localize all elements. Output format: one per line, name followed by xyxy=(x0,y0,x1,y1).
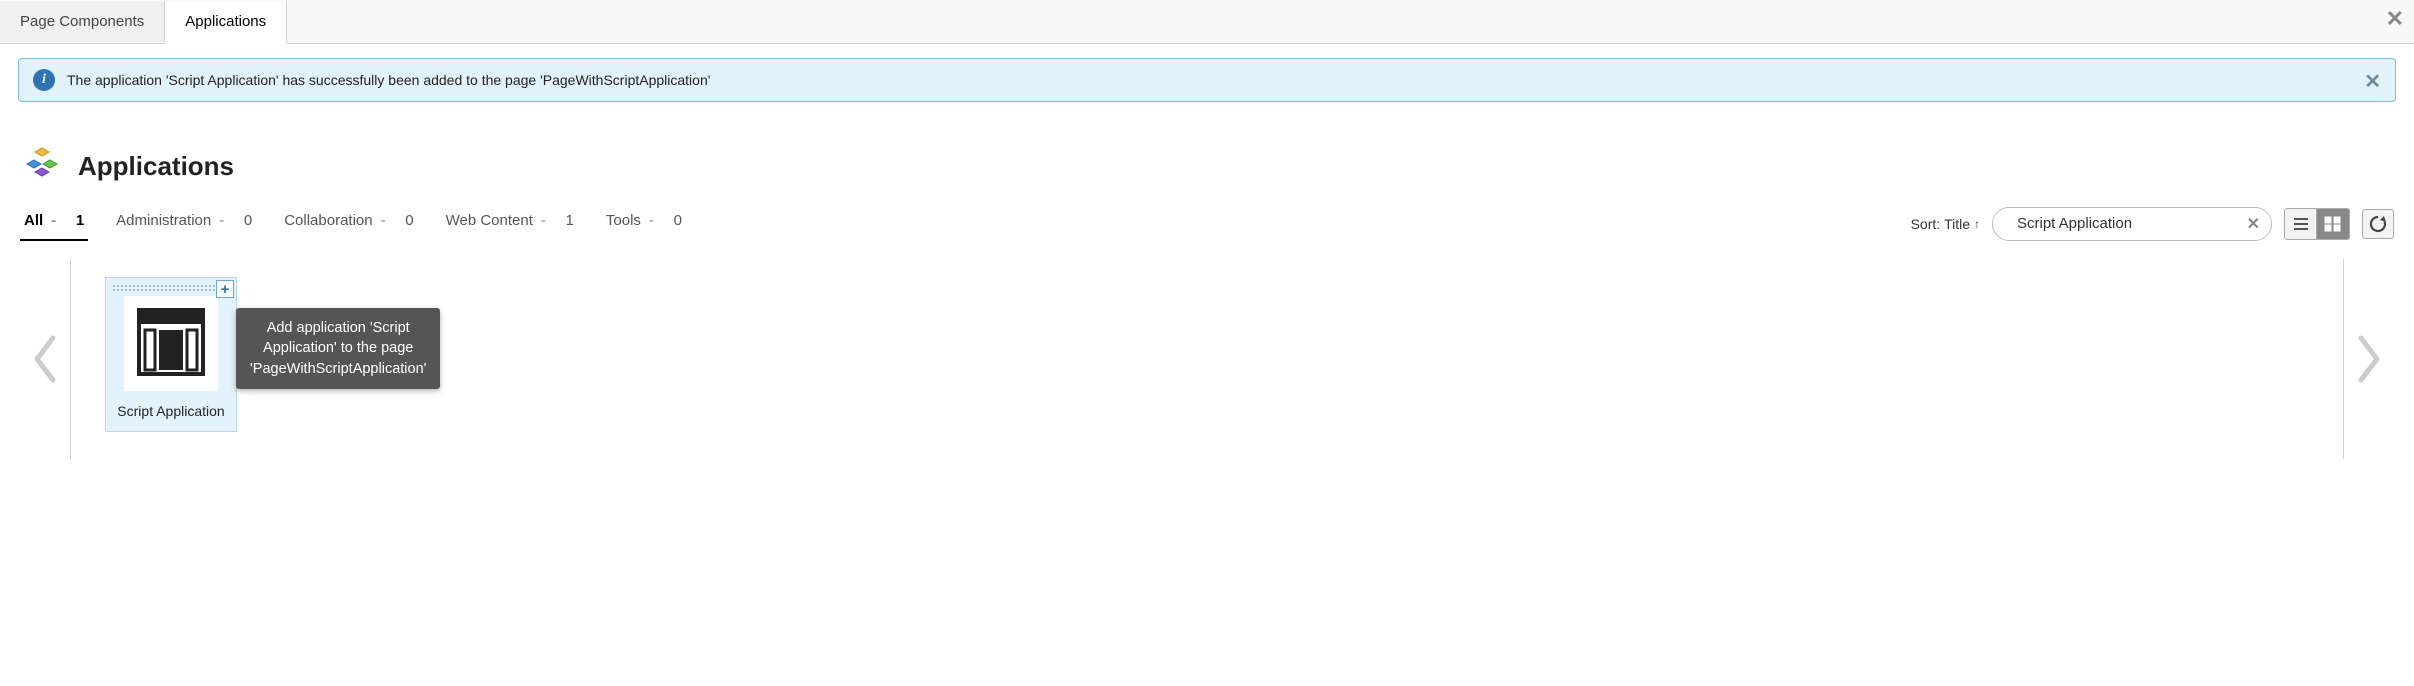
app-card-title: Script Application xyxy=(112,399,230,425)
tab-applications[interactable]: Applications xyxy=(165,1,287,44)
layout-icon xyxy=(135,306,207,378)
category-tab-web-content[interactable]: Web Content - 1 xyxy=(442,206,578,241)
view-toggle xyxy=(2284,208,2350,240)
sort-prefix: Sort: xyxy=(1911,216,1941,232)
toolbar: All - 1 Administration - 0 Collaboration… xyxy=(20,206,2394,249)
next-arrow[interactable] xyxy=(2344,314,2394,404)
category-tab-administration[interactable]: Administration - 0 xyxy=(112,206,256,241)
category-count: 1 xyxy=(64,212,84,229)
category-label: Administration xyxy=(116,212,211,229)
chevron-right-icon xyxy=(2355,334,2383,384)
category-count: 0 xyxy=(662,212,682,229)
sort-ascending-icon: ↑ xyxy=(1974,217,1980,231)
chevron-left-icon xyxy=(31,334,59,384)
category-label: All xyxy=(24,212,43,229)
category-count: 1 xyxy=(554,212,574,229)
page-title: Applications xyxy=(78,151,234,182)
category-count: 0 xyxy=(232,212,252,229)
category-tab-collaboration[interactable]: Collaboration - 0 xyxy=(280,206,417,241)
gallery-content: + Script Application Add application 'Sc… xyxy=(70,259,2344,459)
grid-icon xyxy=(2324,216,2342,232)
page-header: Applications xyxy=(20,144,2394,188)
notification-banner: i The application 'Script Application' h… xyxy=(18,58,2396,102)
grid-view-button[interactable] xyxy=(2317,209,2349,239)
category-tab-tools[interactable]: Tools - 0 xyxy=(602,206,686,241)
window-tabs: Page Components Applications ✕ xyxy=(0,0,2414,44)
close-icon[interactable]: ✕ xyxy=(2386,6,2404,32)
applications-icon xyxy=(20,144,64,188)
toolbar-right: Sort: Title ↑ ✕ xyxy=(1911,207,2394,241)
category-count: 0 xyxy=(394,212,414,229)
info-icon: i xyxy=(33,69,55,91)
list-view-button[interactable] xyxy=(2285,209,2317,239)
sort-control[interactable]: Sort: Title ↑ xyxy=(1911,216,1980,232)
refresh-button[interactable] xyxy=(2362,209,2394,239)
search-input[interactable] xyxy=(1992,207,2272,241)
add-button[interactable]: + xyxy=(216,280,234,298)
tooltip: Add application 'Script Application' to … xyxy=(236,308,440,389)
search-clear-icon[interactable]: ✕ xyxy=(2247,214,2260,234)
category-tabs: All - 1 Administration - 0 Collaboration… xyxy=(20,206,710,241)
refresh-icon xyxy=(2368,214,2388,234)
category-label: Web Content xyxy=(446,212,533,229)
app-card-script-application[interactable]: + Script Application Add application 'Sc… xyxy=(105,277,237,432)
notification-close-icon[interactable]: ✕ xyxy=(2364,69,2381,94)
tab-page-components[interactable]: Page Components xyxy=(0,1,165,42)
drag-handle-icon[interactable] xyxy=(112,284,230,292)
gallery: + Script Application Add application 'Sc… xyxy=(20,259,2394,459)
search-box: ✕ xyxy=(1992,207,2272,241)
category-tab-all[interactable]: All - 1 xyxy=(20,206,88,241)
prev-arrow[interactable] xyxy=(20,314,70,404)
category-label: Tools xyxy=(606,212,641,229)
list-icon xyxy=(2292,216,2310,232)
sort-field: Title xyxy=(1944,216,1970,232)
notification-text: The application 'Script Application' has… xyxy=(67,72,710,88)
content-area: Applications All - 1 Administration - 0 … xyxy=(0,116,2414,459)
app-thumbnail xyxy=(124,296,218,391)
category-label: Collaboration xyxy=(284,212,372,229)
